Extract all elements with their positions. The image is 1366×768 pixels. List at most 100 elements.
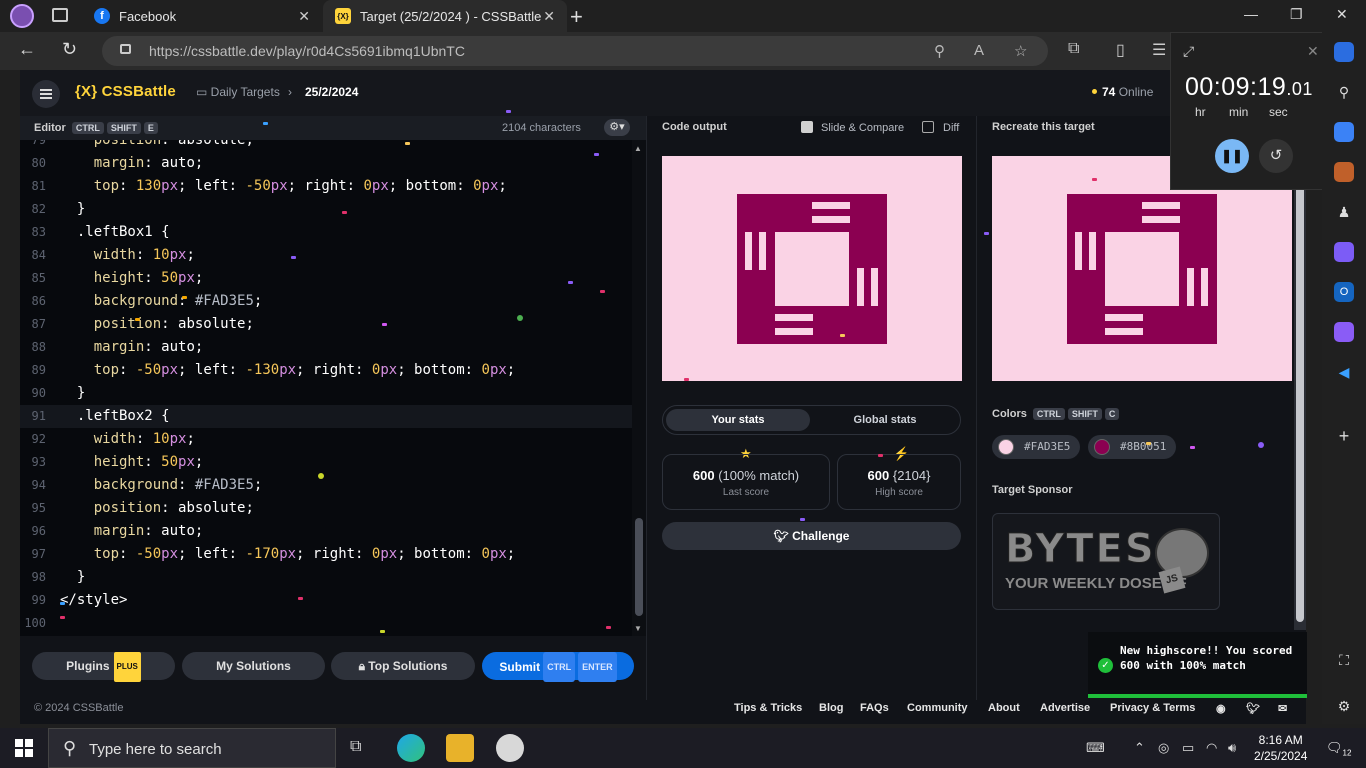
back-icon[interactable]: ← [18,39,36,60]
discord-icon[interactable]: ◉ [1216,702,1226,715]
diff-checkbox[interactable] [922,121,934,133]
compact-view-icon[interactable]: ⤢ [1183,43,1194,60]
footer-link[interactable]: FAQs [860,702,889,714]
search-icon[interactable]: ⚲ [1334,82,1354,102]
screenshot-icon[interactable]: ⛶ [1334,650,1354,670]
footer-link[interactable]: About [988,702,1020,714]
slide-compare-checkbox[interactable] [801,121,813,133]
code-line[interactable]: 99 </style> [20,589,632,612]
favorite-star-icon[interactable]: ☆ [1014,42,1027,60]
tab-global-stats[interactable]: Global stats [813,409,957,431]
task-view-icon[interactable]: ⧉ [350,738,361,756]
code-line[interactable]: 96 margin: auto; [20,520,632,543]
shopping-icon[interactable] [1334,122,1354,142]
url-bar[interactable]: https://cssbattle.dev/play/r0d4Cs5691ibm… [102,36,1048,66]
code-output-canvas[interactable] [662,156,962,381]
gear-icon[interactable]: ⚙▾ [604,119,630,136]
footer-link[interactable]: Advertise [1040,702,1090,714]
code-line[interactable]: 94 background: #FAD3E5; [20,474,632,497]
footer-link[interactable]: Privacy & Terms [1110,702,1195,714]
code-line[interactable]: 81 top: 130px; left: -50px; right: 0px; … [20,175,632,198]
code-line[interactable]: 97 top: -50px; left: -170px; right: 0px;… [20,543,632,566]
zoom-icon[interactable]: ⚲ [934,42,945,60]
code-line[interactable]: 87 position: absolute; [20,313,632,336]
keyboard-icon[interactable]: ⌨ [1086,740,1105,756]
code-line[interactable]: 93 height: 50px; [20,451,632,474]
code-line[interactable]: 91 .leftBox2 { [20,405,632,428]
tab-actions-icon[interactable] [52,8,68,22]
camera-icon[interactable]: ◎ [1158,740,1169,756]
extensions-icon[interactable]: ⧉ [1068,40,1079,58]
code-line[interactable]: 89 top: -50px; left: -130px; right: 0px;… [20,359,632,382]
favorites-icon[interactable]: ☰ [1152,40,1166,60]
add-icon[interactable]: + [1334,426,1354,446]
right-scrollbar[interactable] [1294,180,1306,630]
scrollbar-thumb[interactable] [1296,182,1304,622]
scrollbar-thumb[interactable] [635,518,643,616]
volume-icon[interactable]: 🔊︎ [1228,740,1236,756]
top-solutions-button[interactable]: 🔒︎ Top Solutions [331,652,475,680]
color-chip-magenta[interactable]: #8B0051 [1088,435,1176,459]
color-chip-pink[interactable]: #FAD3E5 [992,435,1080,459]
split-screen-icon[interactable]: ▯ [1116,40,1125,60]
edge-taskbar-icon[interactable] [397,734,425,762]
code-line[interactable]: 82 } [20,198,632,221]
brand-logo[interactable]: {X} CSSBattle [75,83,176,100]
clock-app-icon[interactable] [496,734,524,762]
editor-scrollbar[interactable]: ▲ ▼ [632,140,646,636]
pause-button[interactable]: ❚❚ [1215,139,1249,173]
designer-icon[interactable] [1334,322,1354,342]
scroll-down-icon[interactable]: ▼ [634,624,642,633]
code-line[interactable]: 85 height: 50px; [20,267,632,290]
refresh-icon[interactable]: ↻ [62,39,77,60]
code-line[interactable]: 92 width: 10px; [20,428,632,451]
code-line[interactable]: 100 [20,612,632,635]
copilot-icon[interactable] [1334,42,1354,62]
send-icon[interactable]: ◀ [1334,362,1354,382]
reset-button[interactable]: ↺ [1259,139,1293,173]
sponsor-banner[interactable]: BYTES YOUR WEEKLY DOSE OF JS [992,513,1220,610]
outlook-icon[interactable]: O [1334,282,1354,302]
code-line[interactable]: 80 margin: auto; [20,152,632,175]
code-line[interactable]: 86 background: #FAD3E5; [20,290,632,313]
new-tab-icon[interactable]: + [570,4,583,30]
office-icon[interactable] [1334,242,1354,262]
read-aloud-icon[interactable]: A [974,42,984,59]
close-window-icon[interactable]: ✕ [1336,6,1348,23]
settings-icon[interactable]: ⚙ [1334,696,1354,716]
plugins-button[interactable]: Plugins PLUS [32,652,175,682]
close-tab-icon[interactable]: ✕ [298,8,310,25]
tab-facebook[interactable]: f Facebook ✕ [82,0,322,32]
mail-icon[interactable]: ✉ [1278,702,1287,715]
footer-link[interactable]: Blog [819,702,843,714]
code-line[interactable]: 79 position: absolute; [20,140,632,152]
battery-icon[interactable]: ▭ [1182,740,1194,756]
tab-cssbattle[interactable]: {X} Target (25/2/2024 ) - CSSBattle ✕ [323,0,567,32]
wifi-icon[interactable]: ◠ [1206,740,1217,756]
code-line[interactable]: 88 margin: auto; [20,336,632,359]
notifications-icon[interactable]: 🗨︎12 [1326,740,1351,758]
url-text[interactable]: https://cssbattle.dev/play/r0d4Cs5691ibm… [149,43,465,59]
submit-button[interactable]: Submit CTRL ENTER [482,652,634,682]
tab-your-stats[interactable]: Your stats [666,409,810,431]
code-line[interactable]: 84 width: 10px; [20,244,632,267]
challenge-button[interactable]: 🐦︎ Challenge [662,522,961,550]
close-icon[interactable]: ✕ [1307,43,1319,60]
taskbar-search[interactable]: ⚲ Type here to search [48,728,336,768]
chevron-up-icon[interactable]: ⌃ [1134,740,1145,756]
breadcrumb-daily-targets[interactable]: ▭ Daily Targets [196,85,280,99]
code-line[interactable]: 83 .leftBox1 { [20,221,632,244]
minimize-icon[interactable]: — [1244,6,1258,22]
windows-start-icon[interactable] [15,739,33,757]
menu-icon[interactable] [32,80,60,108]
scroll-up-icon[interactable]: ▲ [634,144,642,153]
tools-icon[interactable] [1334,162,1354,182]
close-tab-icon[interactable]: ✕ [543,8,555,25]
code-editor[interactable]: 79 position: absolute; 80 margin: auto; 81… [20,140,632,636]
games-icon[interactable]: ♟ [1334,202,1354,222]
code-line[interactable]: 95 position: absolute; [20,497,632,520]
taskbar-clock[interactable]: 8:16 AM 2/25/2024 [1254,732,1307,764]
file-explorer-icon[interactable] [446,734,474,762]
restore-icon[interactable]: ❐ [1290,6,1303,23]
twitter-icon[interactable]: 🐦︎ [1246,702,1260,715]
